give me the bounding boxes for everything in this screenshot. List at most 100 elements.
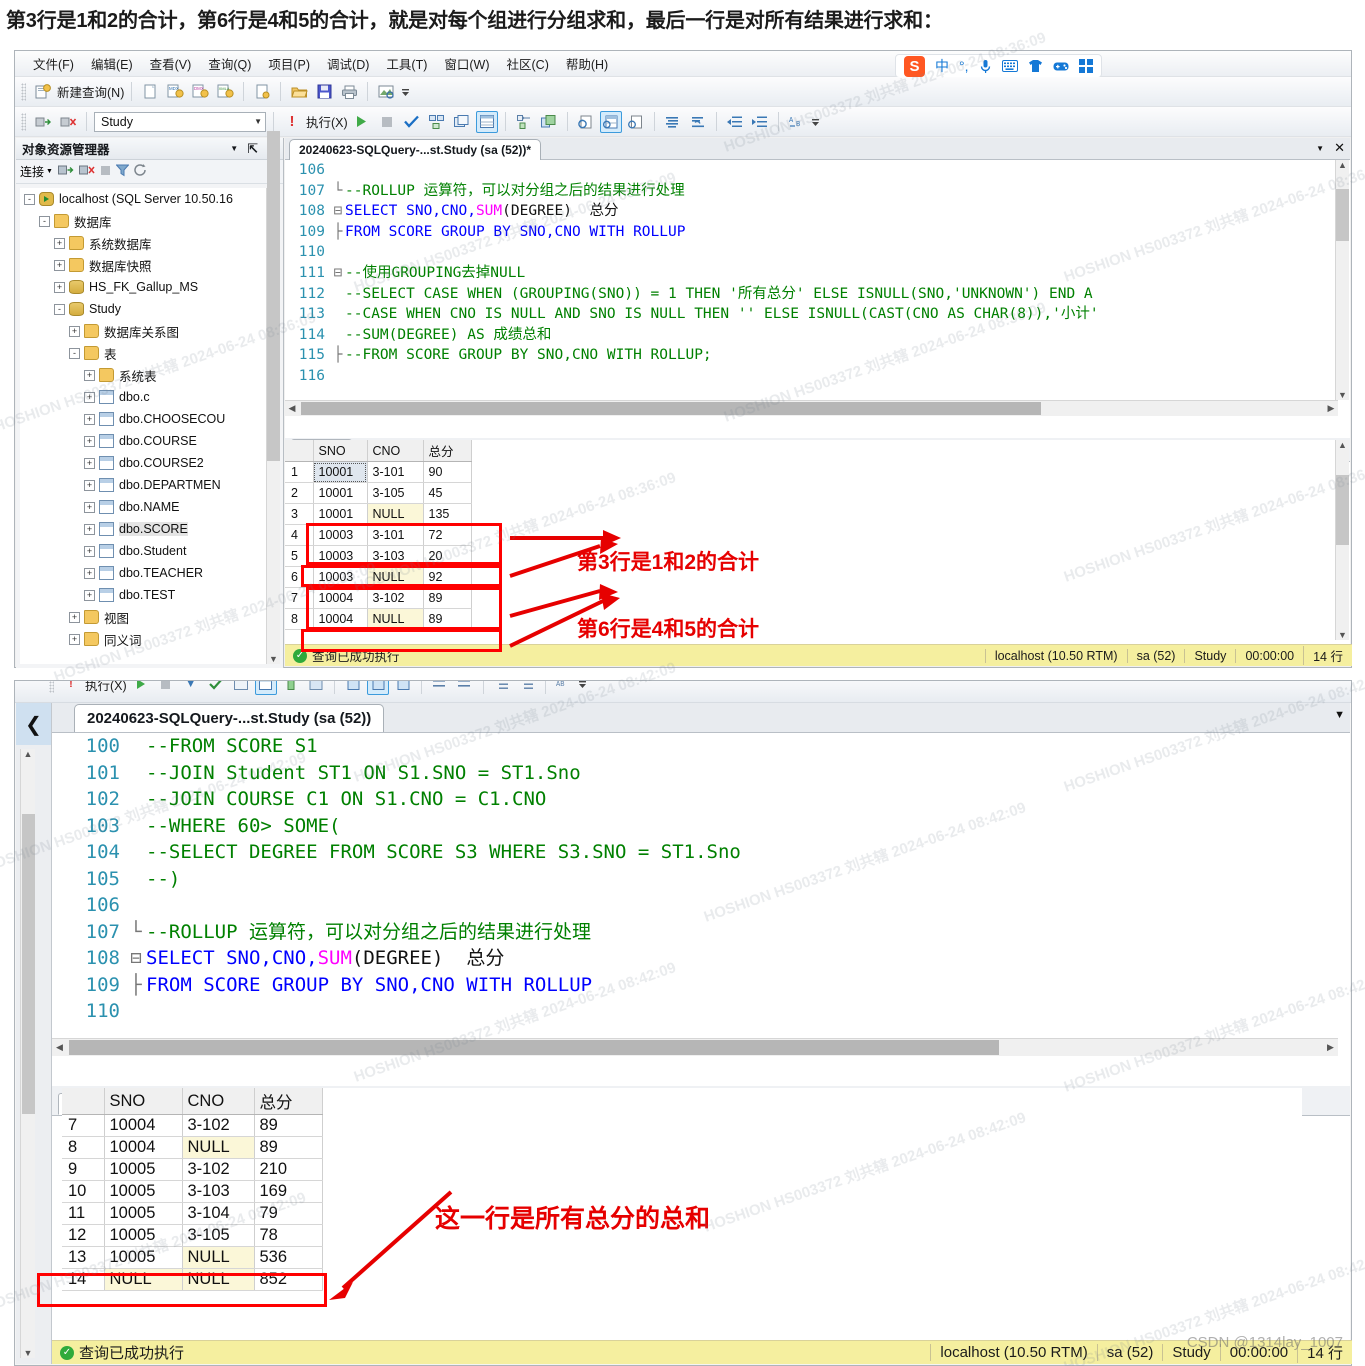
chevron-down-icon[interactable]: ▼ [254,117,262,126]
sogou-logo-icon[interactable]: S [904,56,925,77]
cell-SNO[interactable]: 10005 [104,1203,182,1225]
row-number[interactable]: 13 [62,1247,104,1269]
table-row[interactable]: 9100053-102210 [62,1159,322,1181]
soft-keyboard-icon[interactable] [1002,60,1018,72]
column-header-CNO[interactable]: CNO [182,1088,254,1115]
table-row[interactable]: 10100053-103169 [62,1181,322,1203]
tree-node-16[interactable]: +dbo.Student [20,540,268,562]
expand-icon[interactable]: + [69,634,80,645]
cell-CNO[interactable]: 3-102 [182,1159,254,1181]
menu-bar[interactable]: 文件(F)编辑(E)查看(V)查询(Q)项目(P)调试(D)工具(T)窗口(W)… [15,51,1351,77]
query-options-icon[interactable] [451,111,473,133]
expand-icon[interactable]: + [84,546,95,557]
clipped-toolbar-bottom[interactable]: ! 执行(X) ▼ [15,681,1351,703]
row-number[interactable]: 8 [62,1137,104,1159]
tree-node-2[interactable]: +系统数据库 [20,232,268,254]
fold-marker-icon[interactable]: ⊟ [331,263,345,284]
tree-node-11[interactable]: +dbo.COURSE [20,430,268,452]
fold-marker-icon[interactable]: ⊟ [126,945,146,972]
microphone-icon[interactable] [979,59,992,74]
results-to-file-icon[interactable] [305,681,327,695]
code-line[interactable]: 102--JOIN COURSE C1 ON S1.CNO = C1.CNO [52,786,1338,813]
increase-indent-icon[interactable] [749,111,771,133]
comment-icon[interactable] [429,681,451,695]
column-header-总分[interactable]: 总分 [423,440,471,462]
refresh-icon[interactable] [134,164,147,180]
code-line[interactable]: 113--CASE WHEN CNO IS NULL AND SNO IS NU… [285,304,1338,325]
row-number[interactable]: 12 [62,1225,104,1247]
expand-icon[interactable]: + [69,612,80,623]
chevron-down-icon[interactable]: ▼ [180,681,202,695]
fold-marker-icon[interactable]: ├ [331,222,345,243]
cell-总分[interactable]: 89 [254,1137,322,1159]
menu-item-6[interactable]: 工具(T) [386,54,427,73]
results-to-file-icon[interactable] [538,111,560,133]
code-line[interactable]: 101--JOIN Student ST1 ON S1.SNO = ST1.Sn… [52,760,1338,787]
code-line[interactable]: 107└--ROLLUP 运算符，可以对分组之后的结果进行处理 [52,919,1338,946]
menu-item-1[interactable]: 编辑(E) [91,54,133,73]
explorer-scrollbar[interactable]: ▲ ▼ [20,749,35,1358]
tree-node-0[interactable]: -localhost (SQL Server 10.50.16 [20,188,268,210]
new-file-icon[interactable] [139,81,161,103]
preview-icon[interactable] [375,81,397,103]
row-number[interactable]: 10 [62,1181,104,1203]
chevron-down-icon[interactable]: ▼ [46,168,53,175]
column-header-rownum[interactable] [62,1088,104,1115]
execute-label-clipped[interactable]: 执行(X) [85,681,127,694]
sogou-ime-toolbar[interactable]: S 中 °, [895,54,1102,78]
code-line[interactable]: 116 [285,366,1338,387]
cell-SNO[interactable]: 10004 [104,1137,182,1159]
scroll-down-arrow-icon[interactable]: ▼ [1338,390,1347,400]
cell-SNO[interactable]: 10005 [104,1247,182,1269]
fold-marker-icon[interactable]: ⊟ [331,201,345,222]
decrease-indent-icon[interactable] [491,681,513,695]
scrollbar-thumb[interactable] [1336,189,1349,241]
code-line[interactable]: 109├FROM SCORE GROUP BY SNO,CNO WITH ROL… [285,222,1338,243]
scrollbar-thumb[interactable] [69,1040,999,1055]
code-line[interactable]: 104--SELECT DEGREE FROM SCORE S3 WHERE S… [52,839,1338,866]
fold-marker-icon[interactable]: ├ [331,345,345,366]
code-line[interactable]: 107└--ROLLUP 运算符，可以对分组之后的结果进行处理 [285,181,1338,202]
results-to-text-icon[interactable] [280,681,302,695]
fold-marker-icon[interactable]: └ [126,919,146,946]
table-row[interactable]: 12100053-10578 [62,1225,322,1247]
dropdown-icon[interactable]: ▼ [230,144,238,153]
table-row[interactable]: 1310005NULL536 [62,1247,322,1269]
uncomment-icon[interactable] [687,111,709,133]
tree-node-12[interactable]: +dbo.COURSE2 [20,452,268,474]
toolbar-overflow-icon[interactable] [400,81,410,103]
code-line[interactable]: 106 [285,160,1338,181]
cell-SNO[interactable]: 10001 [313,462,367,483]
tree-node-1[interactable]: -数据库 [20,210,268,232]
tree-node-3[interactable]: +数据库快照 [20,254,268,276]
sql-editor-toolbar[interactable]: Study ▼ ! 执行(X) [15,107,1351,137]
expand-icon[interactable]: + [84,480,95,491]
scrollbar-thumb[interactable] [1336,475,1349,545]
scrollbar-thumb[interactable] [267,131,280,461]
client-statistics-icon[interactable] [625,111,647,133]
cell-CNO[interactable]: 3-103 [182,1181,254,1203]
cell-CNO[interactable]: NULL [182,1137,254,1159]
object-explorer-tree[interactable]: -localhost (SQL Server 10.50.16-数据库+系统数据… [20,188,268,664]
scroll-left-arrow-icon[interactable]: ◀ [285,403,299,414]
results-to-text-icon[interactable] [513,111,535,133]
new-mdx-query-icon[interactable]: MDX [164,81,186,103]
cell-SNO[interactable]: 10004 [104,1115,182,1137]
results-table[interactable]: SNOCNO总分7100043-10289810004NULL899100053… [62,1088,323,1291]
tree-node-18[interactable]: +dbo.TEST [20,584,268,606]
cell-CNO[interactable]: NULL [182,1247,254,1269]
toolbox-icon[interactable] [1053,60,1069,72]
new-dmx-query-icon[interactable]: DMX [189,81,211,103]
apps-grid-icon[interactable] [1079,59,1093,73]
disconnect-icon[interactable] [79,164,95,180]
code-line[interactable]: 109├FROM SCORE GROUP BY SNO,CNO WITH ROL… [52,972,1338,999]
results-to-grid-icon[interactable] [255,681,277,695]
execute-play-icon[interactable] [351,111,373,133]
tree-node-14[interactable]: +dbo.NAME [20,496,268,518]
print-icon[interactable] [338,81,360,103]
column-header-SNO[interactable]: SNO [104,1088,182,1115]
cell-SNO[interactable]: 10001 [313,483,367,504]
filter-icon[interactable] [116,164,129,180]
cell-总分[interactable]: 169 [254,1181,322,1203]
menu-item-7[interactable]: 窗口(W) [444,54,489,73]
